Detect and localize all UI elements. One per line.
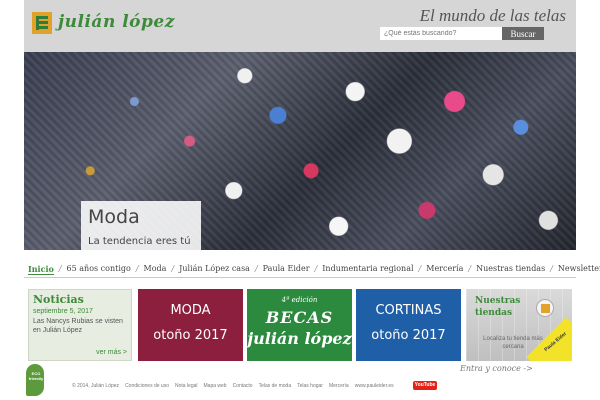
nav-item-nuestras-tiendas[interactable]: Nuestras tiendas bbox=[476, 264, 545, 275]
nav-separator: / bbox=[135, 264, 139, 273]
footer-link-condiciones[interactable]: Condiciones de uso bbox=[125, 383, 169, 389]
footer-link-telas-hogar[interactable]: Telas hogar bbox=[297, 383, 323, 389]
main-nav: Inicio / 65 años contigo / Moda / Julián… bbox=[24, 262, 600, 278]
moda-tile-season: otoño 2017 bbox=[153, 328, 228, 343]
footer-link-mapa-web[interactable]: Mapa web bbox=[204, 383, 227, 389]
search-input[interactable] bbox=[380, 27, 518, 40]
moda-tile-title: MODA bbox=[170, 303, 211, 318]
nav-item-65-anos[interactable]: 65 años contigo bbox=[67, 264, 131, 275]
header: julián lópez El mundo de las telas bbox=[24, 0, 576, 52]
nav-separator: / bbox=[254, 264, 258, 273]
nav-separator: / bbox=[314, 264, 318, 273]
nav-item-moda[interactable]: Moda bbox=[144, 264, 167, 275]
stores-title-line2: tiendas bbox=[475, 308, 513, 318]
eco-friendly-leaf-icon: ECO friendly bbox=[26, 364, 44, 396]
becas-tile-title: BECAS bbox=[265, 308, 334, 327]
tagline: El mundo de las telas bbox=[419, 6, 566, 25]
youtube-icon[interactable]: YouTube bbox=[413, 381, 437, 390]
hero-subtitle: La tendencia eres tú bbox=[88, 236, 191, 247]
becas-tile[interactable]: 4ª edición BECAS julián lópez bbox=[247, 289, 352, 361]
logo-mark-icon bbox=[32, 12, 52, 34]
becas-tile-edition: 4ª edición bbox=[281, 296, 318, 304]
becas-tile-brand: julián lópez bbox=[247, 329, 352, 348]
cortinas-tile-title: CORTINAS bbox=[375, 303, 442, 318]
footer-link-nota-legal[interactable]: Nota legal bbox=[175, 383, 198, 389]
eco-friendly-label: ECO friendly bbox=[28, 371, 44, 381]
news-title: Noticias bbox=[33, 293, 84, 306]
nav-item-newsletter[interactable]: Newsletter bbox=[558, 264, 600, 275]
stores-title-line1: Nuestras bbox=[475, 296, 521, 306]
nav-item-merceria[interactable]: Mercería bbox=[426, 264, 463, 275]
stores-enter-link[interactable]: Entra y conoce -> bbox=[460, 364, 533, 373]
footer-copyright: © 2014, Julián López bbox=[72, 383, 120, 389]
search-button[interactable]: Buscar bbox=[502, 27, 544, 40]
store-logo-icon bbox=[536, 299, 554, 317]
cortinas-tile[interactable]: CORTINAS otoño 2017 bbox=[356, 289, 461, 361]
cortinas-tile-season: otoño 2017 bbox=[371, 328, 446, 343]
logo[interactable]: julián lópez bbox=[32, 12, 174, 36]
stores-title: Nuestras tiendas bbox=[475, 295, 520, 319]
nav-item-inicio[interactable]: Inicio bbox=[28, 264, 54, 275]
nav-separator: / bbox=[171, 264, 175, 273]
moda-tile[interactable]: MODA otoño 2017 bbox=[138, 289, 243, 361]
nav-item-julian-lopez-casa[interactable]: Julián López casa bbox=[179, 264, 250, 275]
logo-text: julián lópez bbox=[58, 12, 175, 32]
news-headline[interactable]: Las Nancys Rubias se visten en Julián Ló… bbox=[33, 317, 129, 335]
hero-caption[interactable]: Moda La tendencia eres tú bbox=[81, 201, 201, 250]
footer-link-contacto[interactable]: Contacto bbox=[233, 383, 253, 389]
nav-separator: / bbox=[418, 264, 422, 273]
nav-separator: / bbox=[550, 264, 553, 273]
nav-separator: / bbox=[468, 264, 472, 273]
footer-link-merceria[interactable]: Mercería bbox=[329, 383, 349, 389]
nav-item-indumentaria-regional[interactable]: Indumentaria regional bbox=[322, 264, 413, 275]
news-box: Noticias septiembre 5, 2017 Las Nancys R… bbox=[28, 289, 132, 361]
news-more-link[interactable]: ver más > bbox=[96, 349, 127, 356]
nav-item-paula-eider[interactable]: Paula Eider bbox=[263, 264, 310, 275]
hero-title: Moda bbox=[88, 206, 140, 228]
footer-link-pauleider[interactable]: www.pauleider.es bbox=[355, 383, 394, 389]
news-date: septiembre 5, 2017 bbox=[33, 308, 93, 315]
footer-link-telas-moda[interactable]: Telas de moda bbox=[259, 383, 292, 389]
nav-separator: / bbox=[58, 264, 62, 273]
footer-links: © 2014, Julián López Condiciones de uso … bbox=[72, 383, 400, 389]
stores-tile[interactable]: Nuestras tiendas Localiza tu tienda más … bbox=[466, 289, 572, 361]
